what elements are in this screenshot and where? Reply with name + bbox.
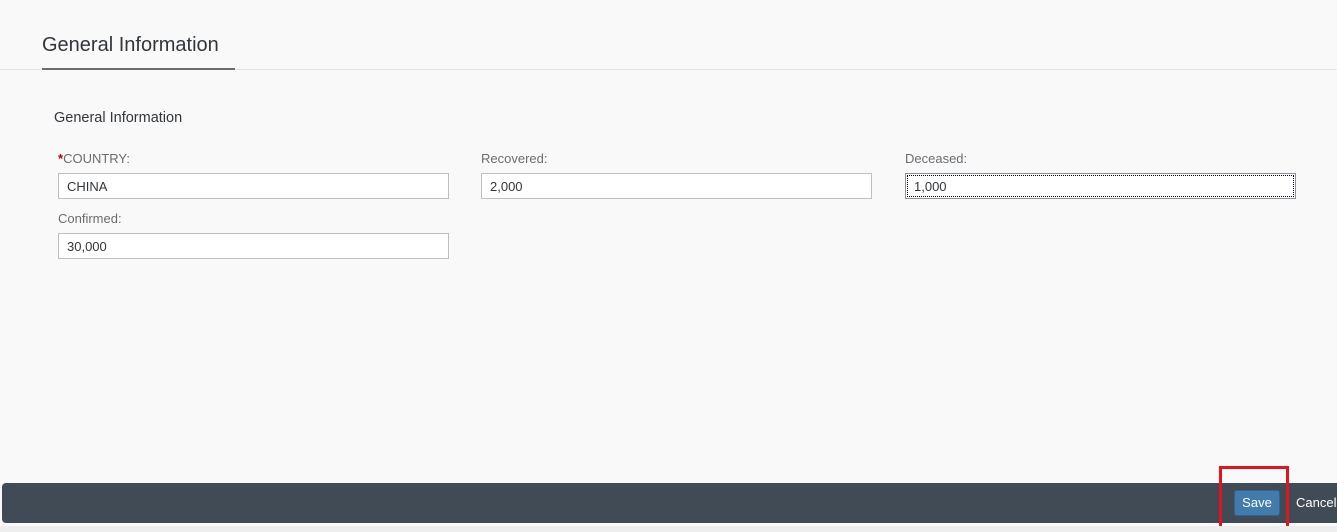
deceased-label: Deceased: [905, 151, 968, 166]
object-page: General Information General Information … [0, 0, 1337, 532]
country-input[interactable] [58, 173, 449, 199]
recovered-field: Recovered: [481, 151, 872, 199]
deceased-field: Deceased: [905, 151, 1296, 199]
cancel-button[interactable]: Cancel [1288, 490, 1337, 516]
tab-bar: General Information [0, 0, 1337, 70]
confirmed-input[interactable] [58, 233, 449, 259]
country-label-text: COUNTRY: [63, 151, 130, 166]
country-field: *COUNTRY: [58, 151, 449, 199]
bottom-strip [0, 526, 1337, 532]
section-title: General Information [54, 110, 183, 126]
country-label: *COUNTRY: [58, 151, 449, 167]
deceased-input[interactable] [905, 173, 1296, 199]
save-button[interactable]: Save [1234, 490, 1280, 516]
recovered-input[interactable] [481, 173, 872, 199]
confirmed-field: Confirmed: [58, 211, 449, 259]
tab-general-information[interactable]: General Information [42, 34, 235, 70]
confirmed-label: Confirmed: [58, 211, 122, 226]
footer-toolbar [2, 483, 1337, 523]
recovered-label: Recovered: [481, 151, 548, 166]
